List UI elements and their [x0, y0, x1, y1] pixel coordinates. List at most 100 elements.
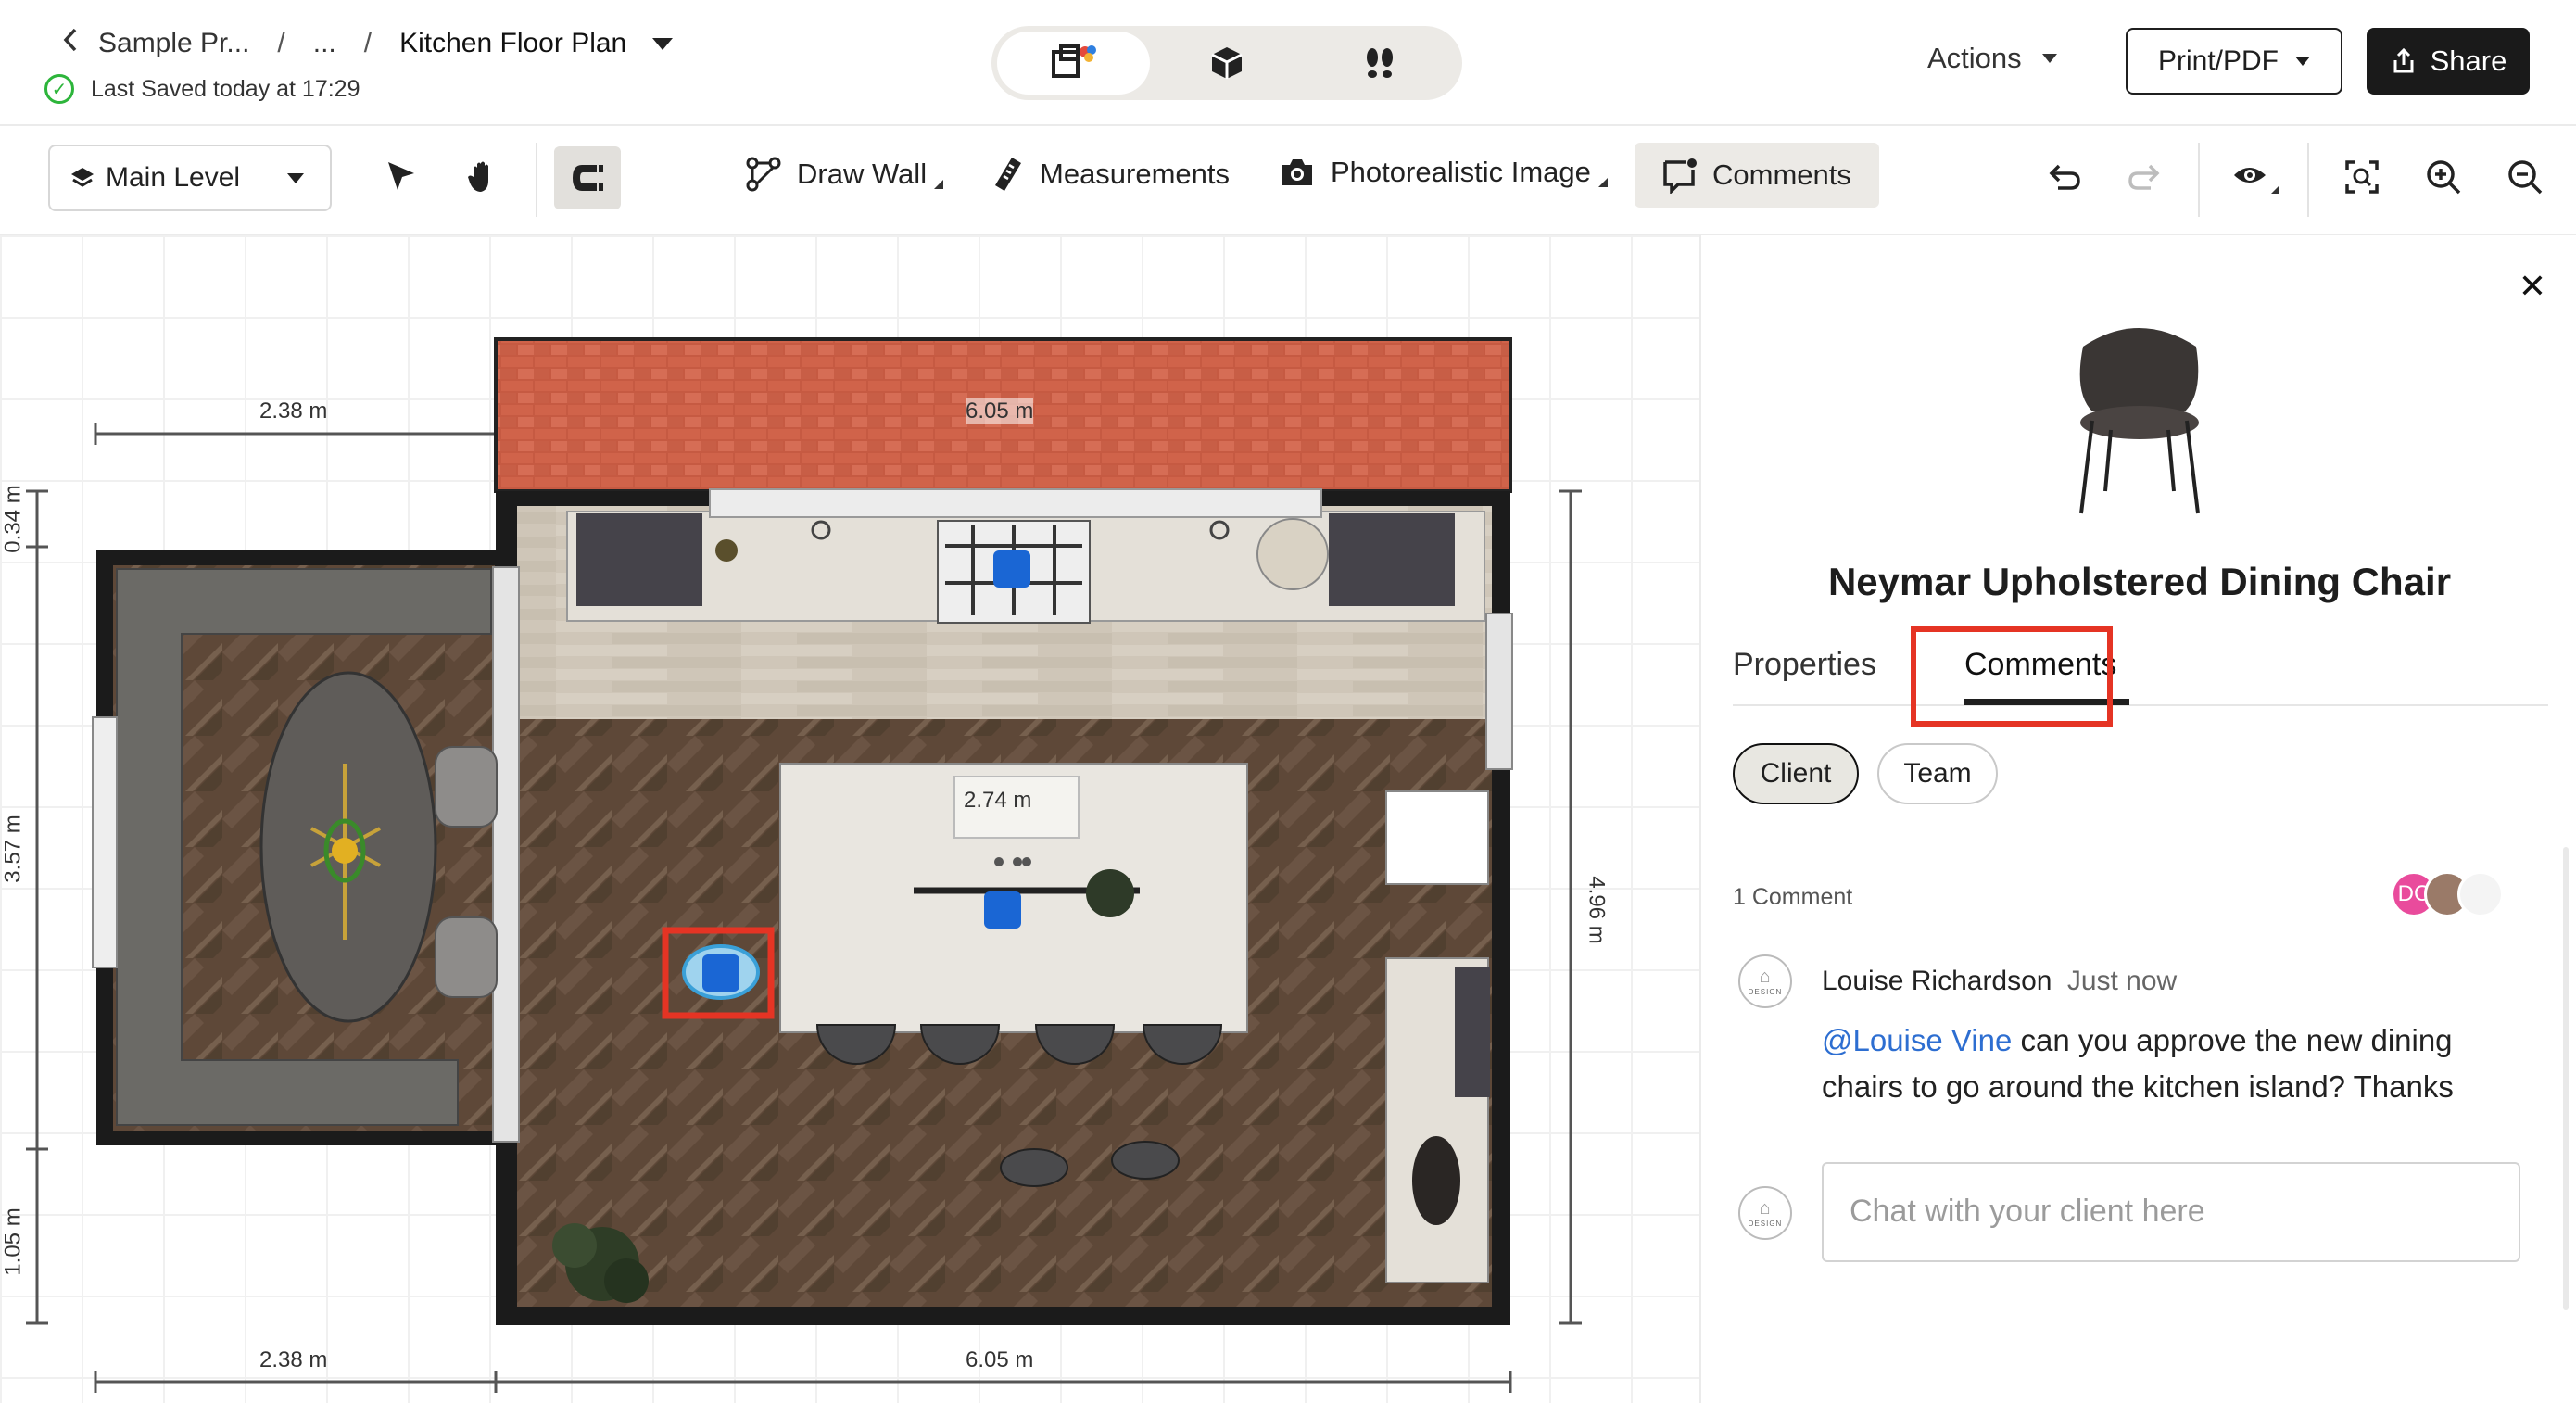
dimension-label: 0.34 m	[0, 485, 26, 553]
share-icon	[2393, 47, 2414, 73]
toolbar-divider	[2198, 143, 2200, 217]
measurements-label: Measurements	[1040, 158, 1231, 190]
breadcrumb-separator: /	[363, 28, 373, 58]
photorealistic-image-label: Photorealistic Image	[1331, 156, 1591, 188]
view-2d-button[interactable]	[997, 32, 1151, 95]
camera-icon	[1279, 156, 1316, 189]
pan-tool-button[interactable]	[460, 154, 506, 200]
layers-icon	[71, 168, 94, 187]
chevron-down-icon	[2041, 54, 2057, 63]
level-label: Main Level	[106, 162, 241, 193]
walkthrough-icon	[1367, 48, 1394, 78]
toolbar-divider	[536, 143, 537, 217]
filter-client-pill[interactable]: Client	[1733, 743, 1859, 804]
redo-icon	[2128, 164, 2160, 190]
comment-author: Louise Richardson Just now	[1822, 966, 2177, 997]
dimension-label: 1.05 m	[0, 1207, 26, 1276]
annotation-highlight	[1911, 626, 2113, 727]
draw-wall-label: Draw Wall	[797, 158, 928, 190]
comment-author-name: Louise Richardson	[1822, 966, 2052, 996]
toolbar-divider	[2307, 143, 2309, 217]
draw-wall-icon	[745, 156, 782, 193]
view-3d-icon	[1211, 47, 1243, 79]
check-circle-icon: ✓	[44, 74, 74, 104]
floor-plan-canvas[interactable]: 2.38 m 6.05 m 0.34 m 3.57 m 1.05 m 4.96 …	[0, 235, 1699, 1403]
draw-wall-button[interactable]: Draw Wall	[745, 156, 944, 193]
actions-menu[interactable]: Actions	[1927, 42, 2057, 75]
comment-body: @Louise Vine can you approve the new din…	[1822, 1017, 2526, 1110]
fit-icon	[2345, 160, 2379, 194]
measurements-button[interactable]: Measurements	[991, 156, 1230, 193]
share-button[interactable]: Share	[2367, 28, 2530, 95]
comment-count: 1 Comment	[1733, 884, 1853, 910]
plan-2d-icon	[1051, 44, 1096, 78]
chevron-down-icon[interactable]	[652, 37, 674, 50]
redo-button[interactable]	[2122, 154, 2168, 200]
dimension-label: 3.57 m	[0, 815, 26, 883]
chevron-down-icon	[2295, 57, 2311, 66]
view-3d-button[interactable]	[1150, 32, 1303, 95]
avatar: ⌂ DESIGN	[1738, 954, 1792, 1008]
dimension-label: 2.38 m	[259, 398, 328, 423]
breadcrumb: Sample Pr... / ... / Kitchen Floor Plan	[61, 26, 674, 61]
logo-text: DESIGN	[1748, 988, 1783, 996]
product-title: Neymar Upholstered Dining Chair	[1827, 560, 2452, 603]
zoom-out-icon	[2508, 160, 2543, 195]
comment-icon	[1663, 158, 1697, 194]
island-dimension-label: 2.74 m	[964, 788, 1032, 813]
print-pdf-button[interactable]: Print/PDF	[2126, 28, 2342, 95]
breadcrumb-project-link[interactable]: Sample Pr...	[98, 28, 249, 59]
chevron-down-icon	[287, 172, 304, 183]
dimension-label: 2.38 m	[259, 1347, 328, 1372]
submenu-indicator-icon	[1597, 178, 1608, 187]
actions-label: Actions	[1927, 42, 2022, 74]
avatar	[2457, 871, 2504, 917]
avatar: ⌂ DESIGN	[1738, 1186, 1792, 1240]
panel-scrollbar[interactable]	[2563, 847, 2569, 1310]
walkthrough-button[interactable]	[1304, 32, 1457, 95]
view-mode-switch	[991, 26, 1462, 100]
product-thumbnail	[2079, 328, 2200, 514]
comments-label: Comments	[1712, 158, 1851, 191]
select-tool-button[interactable]	[378, 154, 424, 200]
zoom-in-icon	[2427, 160, 2461, 195]
breadcrumb-ellipsis[interactable]: ...	[313, 28, 336, 59]
comment-mention[interactable]: @Louise Vine	[1822, 1023, 2012, 1057]
pointer-icon	[388, 162, 414, 190]
print-pdf-label: Print/PDF	[2157, 45, 2279, 76]
photorealistic-image-button[interactable]: Photorealistic Image	[1279, 156, 1608, 189]
tab-properties[interactable]: Properties	[1733, 647, 1876, 683]
top-header: Sample Pr... / ... / Kitchen Floor Plan …	[0, 0, 2576, 126]
logo-text: DESIGN	[1748, 1220, 1783, 1228]
details-panel: ✕ Neymar Upholstered Dining Chair Proper…	[1699, 235, 2576, 1403]
dimension-label: 4.96 m	[1584, 876, 1610, 944]
chat-input[interactable]: Chat with your client here	[1822, 1162, 2520, 1262]
submenu-indicator-icon	[934, 180, 944, 189]
dimension-label: 6.05 m	[966, 1347, 1034, 1372]
save-status-text: Last Saved today at 17:29	[91, 75, 360, 102]
save-status: ✓ Last Saved today at 17:29	[44, 74, 360, 104]
undo-button[interactable]	[2040, 154, 2087, 200]
floor-plan-drawing	[26, 337, 1582, 1393]
ruler-icon	[991, 156, 1025, 193]
fit-to-screen-button[interactable]	[2339, 154, 2385, 200]
close-icon[interactable]: ✕	[2519, 267, 2546, 306]
eye-icon	[2234, 168, 2279, 194]
filter-team-pill[interactable]: Team	[1877, 743, 1998, 804]
breadcrumb-separator: /	[277, 28, 285, 58]
level-selector[interactable]: Main Level	[48, 145, 332, 211]
zoom-in-button[interactable]	[2420, 154, 2467, 200]
zoom-out-button[interactable]	[2502, 154, 2548, 200]
comments-button[interactable]: Comments	[1635, 143, 1879, 208]
page-title[interactable]: Kitchen Floor Plan	[399, 28, 626, 59]
panel-tabs: Properties Comments	[1733, 639, 2548, 706]
editor-toolbar: Main Level Draw Wall Measurements Photor	[0, 128, 2576, 235]
dimension-label: 6.05 m	[966, 398, 1034, 424]
snap-toggle-button[interactable]	[554, 146, 621, 209]
visibility-button[interactable]	[2224, 152, 2289, 202]
magnet-icon	[573, 165, 603, 191]
share-label: Share	[2430, 44, 2507, 77]
chevron-left-icon[interactable]	[61, 26, 89, 61]
comment-time: Just now	[2066, 966, 2178, 996]
pan-hand-icon	[468, 161, 488, 192]
